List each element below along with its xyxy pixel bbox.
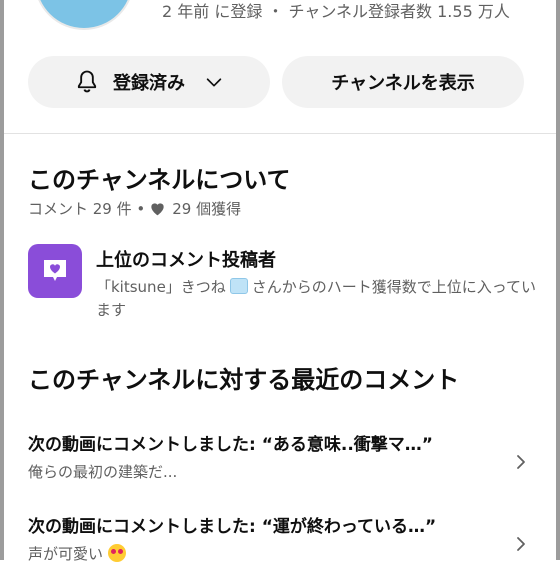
- subscribed-button[interactable]: 登録済み: [28, 56, 270, 108]
- comment-snippet: 声が可愛い: [28, 545, 104, 563]
- top-commenter-name: 「kitsune」きつね: [96, 278, 226, 296]
- comment-snippet-wrap: 声が可愛い: [28, 543, 532, 564]
- bell-icon: [77, 70, 97, 93]
- subscribed-label: 登録済み: [113, 73, 185, 94]
- chevron-right-icon: [517, 537, 525, 551]
- recent-comment-item[interactable]: 次の動画にコメントしました: “ある意味..衝撃マ…” 俺らの最初の建築だ...: [28, 430, 532, 490]
- badge-glyph: [44, 260, 66, 281]
- comment-title: 次の動画にコメントしました: “ある意味..衝撃マ…”: [28, 435, 433, 455]
- chevron-down-icon: [206, 78, 222, 87]
- about-section-title: このチャンネルについて: [28, 166, 291, 194]
- comments-count: コメント 29 件 •: [28, 200, 146, 218]
- view-channel-label: チャンネルを表示: [331, 73, 475, 94]
- heart-eyes-emoji: [107, 544, 126, 562]
- heart-icon: [151, 203, 164, 216]
- channel-avatar[interactable]: [34, 0, 134, 30]
- recent-comment-item[interactable]: 次の動画にコメントしました: “運が終わっている…” 声が可愛い: [28, 512, 532, 572]
- ice-cube-emoji: [229, 278, 248, 294]
- top-commenter-description: 「kitsune」きつね さんからのハート獲得数で上位に入っています: [96, 276, 548, 322]
- top-commenter-title: 上位のコメント投稿者: [96, 250, 276, 271]
- comment-title: 次の動画にコメントしました: “運が終わっている…”: [28, 517, 437, 537]
- channel-stats: コメント 29 件 • 29 個獲得: [28, 198, 241, 219]
- comment-heart-icon: [28, 244, 82, 298]
- overlay-edge-left: [0, 0, 4, 560]
- channel-meta: 2 年前 に登録 ・ チャンネル登録者数 1.55 万人: [162, 2, 510, 21]
- section-divider: [4, 133, 556, 134]
- comment-snippet: 俺らの最初の建築だ...: [28, 463, 178, 481]
- hearts-count: 29 個獲得: [172, 200, 242, 218]
- view-channel-button[interactable]: チャンネルを表示: [282, 56, 524, 108]
- overlay-edge-right: [556, 0, 560, 560]
- recent-comments-title: このチャンネルに対する最近のコメント: [28, 366, 460, 394]
- chevron-right-icon: [517, 455, 525, 469]
